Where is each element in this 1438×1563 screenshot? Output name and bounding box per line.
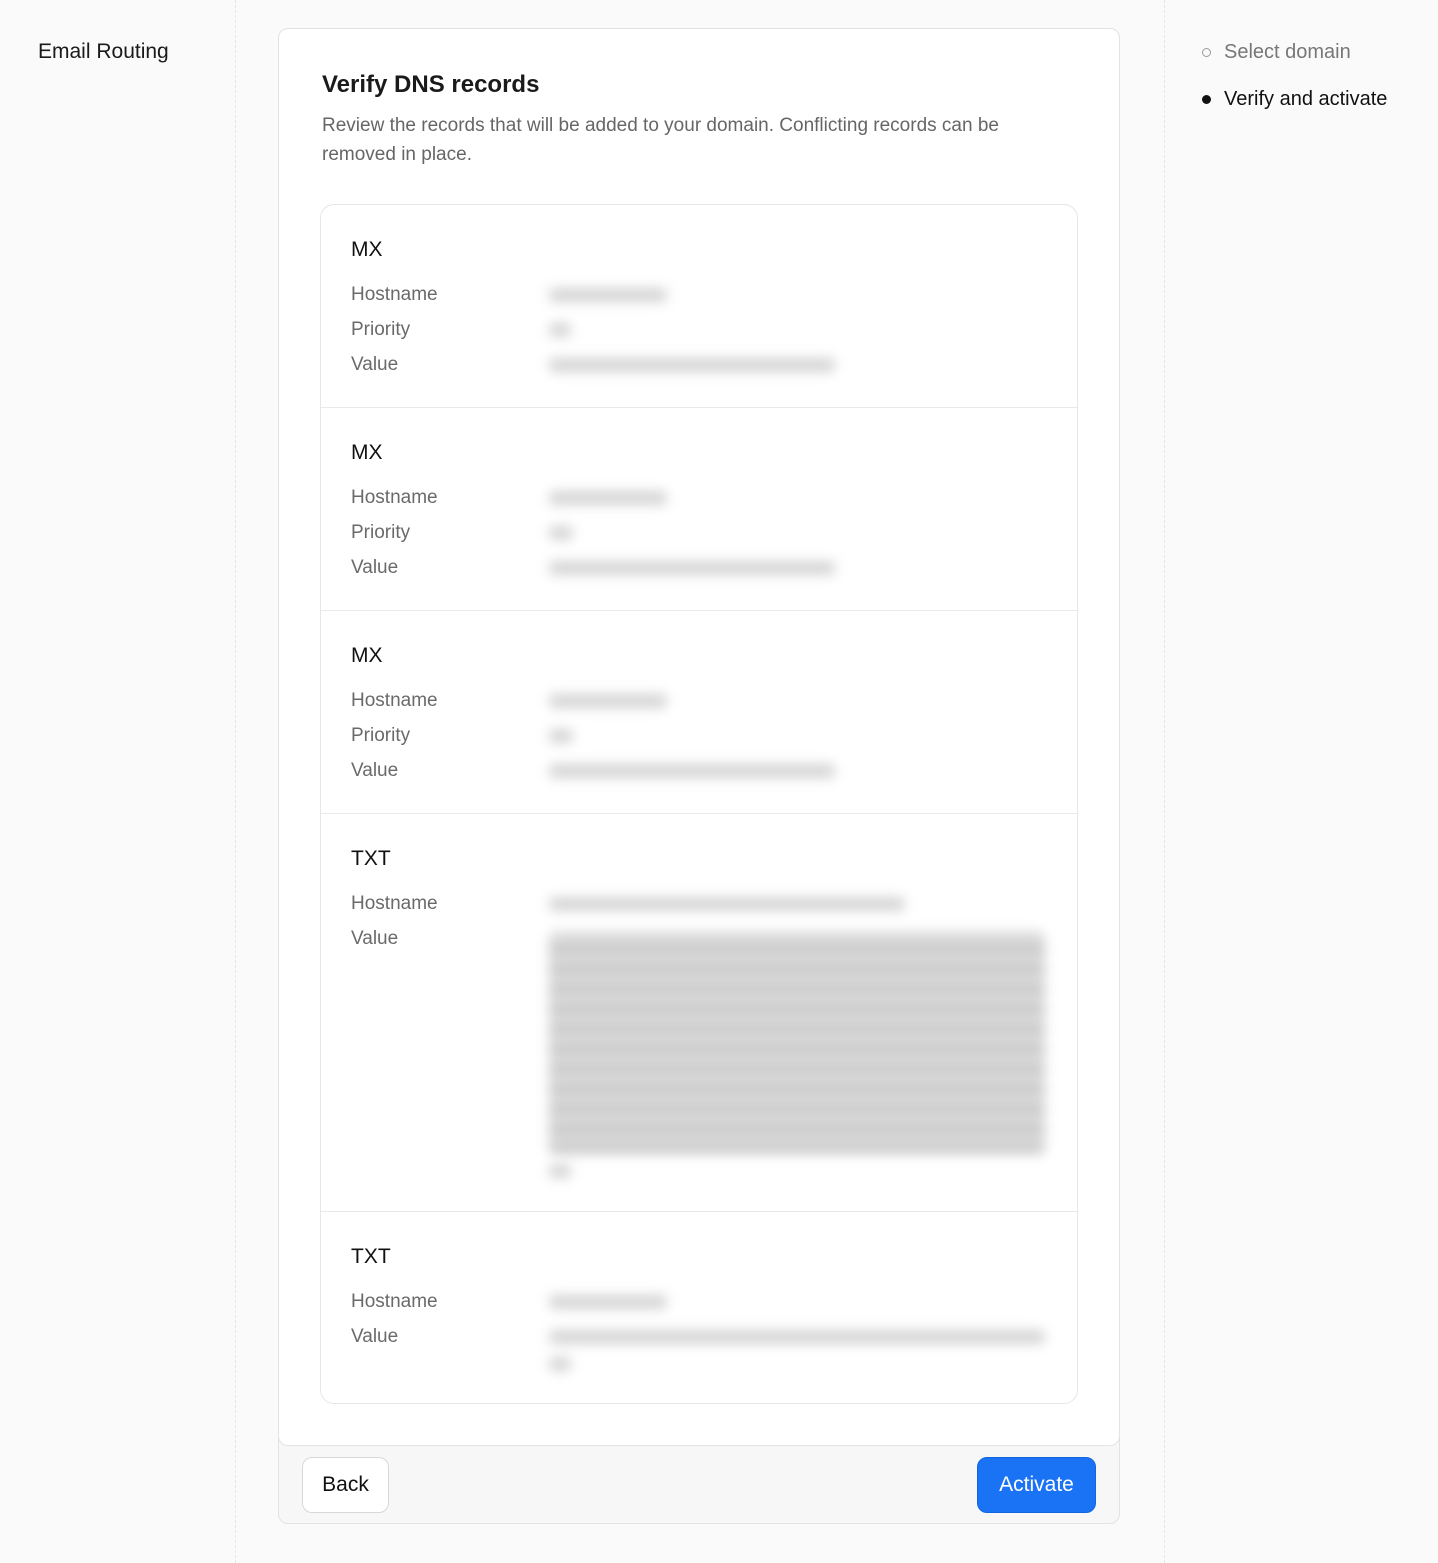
activate-button[interactable]: Activate [977,1457,1096,1513]
field-label-hostname: Hostname [351,1291,438,1312]
redacted-hostname [549,897,905,911]
redacted-value-tail [549,1357,571,1371]
field-label-priority: Priority [351,319,411,340]
back-button[interactable]: Back [302,1457,389,1513]
redacted-priority [549,729,573,743]
field-label-value: Value [351,557,399,578]
field-label-hostname: Hostname [351,893,438,914]
field-label-hostname: Hostname [351,284,438,305]
field-label-value: Value [351,928,399,949]
step-inactive-dot-icon [1202,47,1211,57]
field-label-priority: Priority [351,522,411,543]
redacted-value [549,561,835,575]
redacted-hostname [549,491,667,505]
field-label-value: Value [351,1326,399,1347]
dns-record-txt-2: TXT Hostname Value [321,1212,1077,1403]
left-column-guide [235,0,236,1563]
card-title: Verify DNS records [322,71,540,98]
dns-records-list: MX Hostname Priority Value MX Hostname P… [320,204,1078,1404]
record-type: TXT [351,847,391,870]
redacted-value-tail [549,1164,571,1178]
right-column-guide [1164,0,1165,1563]
redacted-value [549,1330,1045,1344]
redacted-hostname [549,288,667,302]
card-description: Review the records that will be added to… [322,115,999,165]
dns-record-mx-1: MX Hostname Priority Value [321,205,1077,408]
redacted-hostname [549,1295,667,1309]
record-type: MX [351,644,383,667]
dns-record-mx-2: MX Hostname Priority Value [321,408,1077,611]
dns-record-txt-1: TXT Hostname Value [321,814,1077,1212]
record-type: MX [351,441,383,464]
field-label-hostname: Hostname [351,690,438,711]
field-label-priority: Priority [351,725,411,746]
verify-dns-card: Verify DNS records Review the records th… [278,28,1120,1524]
step-verify-and-activate: Verify and activate [1202,87,1387,111]
step-label: Select domain [1224,40,1351,63]
step-active-dot-icon [1202,94,1211,104]
record-type: TXT [351,1245,391,1268]
step-select-domain: Select domain [1202,40,1387,64]
wizard-steps: Select domain Verify and activate [1202,40,1387,134]
app-title: Email Routing [38,40,169,63]
field-label-value: Value [351,354,399,375]
card-body: Verify DNS records Review the records th… [278,28,1120,1446]
redacted-value [549,932,1045,1154]
redacted-priority [549,323,571,337]
field-label-value: Value [351,760,399,781]
step-label: Verify and activate [1224,87,1388,110]
redacted-hostname [549,694,667,708]
redacted-value [549,764,835,778]
redacted-priority [549,526,573,540]
dns-record-mx-3: MX Hostname Priority Value [321,611,1077,814]
record-type: MX [351,238,383,261]
redacted-value [549,358,835,372]
field-label-hostname: Hostname [351,487,438,508]
